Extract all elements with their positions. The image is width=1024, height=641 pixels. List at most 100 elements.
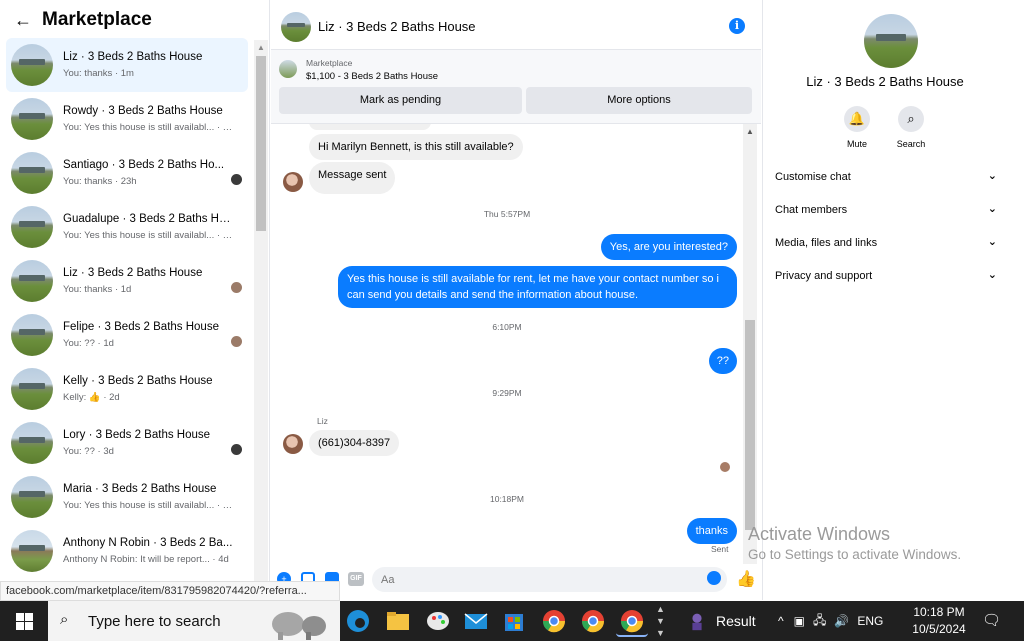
taskbar-result-app[interactable]: Result xyxy=(686,601,756,641)
clock[interactable]: 10:18 PM 10/5/2024 xyxy=(908,604,970,638)
sender-name: Liz xyxy=(317,416,328,426)
avatar xyxy=(11,152,53,194)
read-receipt-avatar xyxy=(231,444,242,455)
conversation-item[interactable]: Maria · 3 Beds 2 Baths House You: Yes thi… xyxy=(6,470,248,524)
taskbar-app[interactable] xyxy=(422,605,454,637)
conversation-snippet: Anthony N Robin: It will be report... · … xyxy=(63,554,229,565)
chrome-icon xyxy=(620,610,644,633)
avatar xyxy=(11,44,53,86)
chat-members-row[interactable]: Chat members ⌄ xyxy=(775,203,997,216)
scroll-up-icon[interactable]: ▲ xyxy=(746,127,754,136)
marketplace-listing-banner: Marketplace $1,100 - 3 Beds 2 Baths Hous… xyxy=(271,50,761,124)
chat-title[interactable]: Liz · 3 Beds 2 Baths House xyxy=(318,19,476,34)
row-label: Privacy and support xyxy=(775,270,873,282)
mute-label: Mute xyxy=(846,139,867,149)
avatar xyxy=(11,368,53,410)
message-bubble: Message sent xyxy=(309,162,396,194)
customise-chat-row[interactable]: Customise chat ⌄ xyxy=(775,170,997,183)
conversation-list: Liz · 3 Beds 2 Baths House You: thanks · … xyxy=(6,38,248,578)
message-bubble-partial xyxy=(309,124,431,130)
back-arrow-icon[interactable]: ← xyxy=(14,10,36,31)
scrollbar-thumb[interactable] xyxy=(745,320,755,530)
taskbar-search[interactable]: ⌕ Type here to search xyxy=(48,601,340,641)
message-bubble-sent: Yes, are you interested? xyxy=(600,234,737,260)
conversation-sidebar: ← Marketplace Liz · 3 Beds 2 Baths House… xyxy=(0,0,270,600)
conversation-item[interactable]: Rowdy · 3 Beds 2 Baths House You: Yes thi… xyxy=(6,92,248,146)
message-thread: Hi Marilyn Bennett, is this still availa… xyxy=(271,124,743,564)
conversation-item[interactable]: Kelly · 3 Beds 2 Baths House Kelly: 👍 · 2… xyxy=(6,362,248,416)
row-label: Customise chat xyxy=(775,171,851,183)
privacy-support-row[interactable]: Privacy and support ⌄ xyxy=(775,269,997,282)
conversation-name: Rowdy · 3 Beds 2 Baths House xyxy=(63,105,223,117)
conversation-item[interactable]: Liz · 3 Beds 2 Baths House You: thanks · … xyxy=(6,254,248,308)
contact-avatar xyxy=(283,434,303,454)
conversation-item[interactable]: Santiago · 3 Beds 2 Baths Ho... You: than… xyxy=(6,146,248,200)
chevron-up-icon[interactable]: ^ xyxy=(778,614,784,628)
chat-avatar[interactable] xyxy=(281,11,311,42)
scrollbar-thumb[interactable] xyxy=(256,56,266,231)
mute-action[interactable]: 🔔 Mute xyxy=(827,106,887,149)
taskbar-store[interactable] xyxy=(498,605,530,637)
media-files-links-row[interactable]: Media, files and links ⌄ xyxy=(775,236,997,249)
sidebar-scrollbar[interactable]: ▲ xyxy=(254,40,268,600)
chrome-icon xyxy=(581,610,605,633)
contact-avatar xyxy=(283,172,303,192)
conversation-name: Maria · 3 Beds 2 Baths House xyxy=(63,483,217,495)
message-input[interactable] xyxy=(372,567,727,592)
chat-info-panel: Liz · 3 Beds 2 Baths House 🔔 Mute ⌕ Sear… xyxy=(762,0,1006,600)
notification-icon[interactable]: 🗨 xyxy=(982,611,1001,629)
chevron-down-icon: ⌄ xyxy=(987,269,997,281)
conversation-item[interactable]: Anthony N Robin · 3 Beds 2 Ba... Anthony … xyxy=(6,524,248,578)
listing-thumbnail[interactable] xyxy=(279,60,297,78)
windows-taskbar: ⌕ Type here to search ▲ ▼ ▼ Result ^ ▣ 🖧 🔊… xyxy=(0,601,1024,641)
start-button[interactable] xyxy=(0,601,48,641)
message-status: Sent xyxy=(711,544,729,554)
conversation-snippet: You: ?? · 3d xyxy=(63,446,114,457)
emoji-icon[interactable] xyxy=(707,571,721,585)
read-receipt-avatar xyxy=(231,336,242,347)
meet-now-icon[interactable]: ▣ xyxy=(794,614,805,628)
info-icon[interactable]: i xyxy=(729,18,745,34)
taskbar-mail[interactable] xyxy=(460,605,492,637)
scroll-up-icon[interactable]: ▲ xyxy=(257,43,265,52)
timestamp: Thu 5:57PM xyxy=(483,209,531,219)
watermark-subtitle: Go to Settings to activate Windows. xyxy=(748,547,962,562)
conversation-item[interactable]: Guadalupe · 3 Beds 2 Baths Ho... You: Yes… xyxy=(6,200,248,254)
taskbar-chrome-3[interactable] xyxy=(616,605,648,637)
chevron-down-icon: ⌄ xyxy=(987,236,997,248)
conversation-item[interactable]: Lory · 3 Beds 2 Baths House You: ?? · 3d xyxy=(6,416,248,470)
row-label: Media, files and links xyxy=(775,237,878,249)
chat-scrollbar[interactable]: ▲ xyxy=(743,124,757,564)
search-icon[interactable]: ⌕ xyxy=(898,106,924,132)
conversation-item[interactable]: Felipe · 3 Beds 2 Baths House You: ?? · 1… xyxy=(6,308,248,362)
conversation-snippet: Kelly: 👍 · 2d xyxy=(63,392,120,403)
conversation-snippet: You: Yes this house is still availabl...… xyxy=(63,500,233,511)
search-action[interactable]: ⌕ Search xyxy=(881,106,941,149)
like-icon[interactable]: 👍 xyxy=(736,569,756,589)
listing-title[interactable]: $1,100 - 3 Beds 2 Baths House xyxy=(306,71,438,82)
chevron-down-icon: ⌄ xyxy=(987,203,997,215)
taskbar-edge[interactable] xyxy=(342,605,374,637)
windows-logo-icon xyxy=(25,622,33,630)
profile-avatar[interactable] xyxy=(864,14,918,68)
volume-icon[interactable]: 🔊 xyxy=(834,614,849,628)
search-icon: ⌕ xyxy=(60,611,69,628)
taskbar-overflow-arrows[interactable]: ▲ ▼ ▼ xyxy=(656,603,665,639)
profile-name: Liz · 3 Beds 2 Baths House xyxy=(806,74,964,89)
screen: ← Marketplace Liz · 3 Beds 2 Baths House… xyxy=(0,0,1024,641)
row-label: Chat members xyxy=(775,204,848,216)
more-options-button[interactable]: More options xyxy=(526,87,752,114)
bell-icon[interactable]: 🔔 xyxy=(844,106,870,132)
gif-icon[interactable]: GIF xyxy=(348,572,364,586)
conversation-item[interactable]: Liz · 3 Beds 2 Baths House You: thanks · … xyxy=(6,38,248,92)
taskbar-chrome-1[interactable] xyxy=(538,605,570,637)
taskbar-chrome-2[interactable] xyxy=(577,605,609,637)
windows-logo-icon xyxy=(25,613,33,621)
taskbar-file-explorer[interactable] xyxy=(382,605,414,637)
language-indicator[interactable]: ENG xyxy=(857,614,883,628)
network-icon[interactable]: 🖧 xyxy=(813,611,826,632)
chat-panel: Liz · 3 Beds 2 Baths House i Marketplace… xyxy=(271,0,761,600)
message-bubble-sent: ?? xyxy=(708,348,737,374)
mark-as-pending-button[interactable]: Mark as pending xyxy=(279,87,522,114)
store-icon xyxy=(505,614,523,631)
